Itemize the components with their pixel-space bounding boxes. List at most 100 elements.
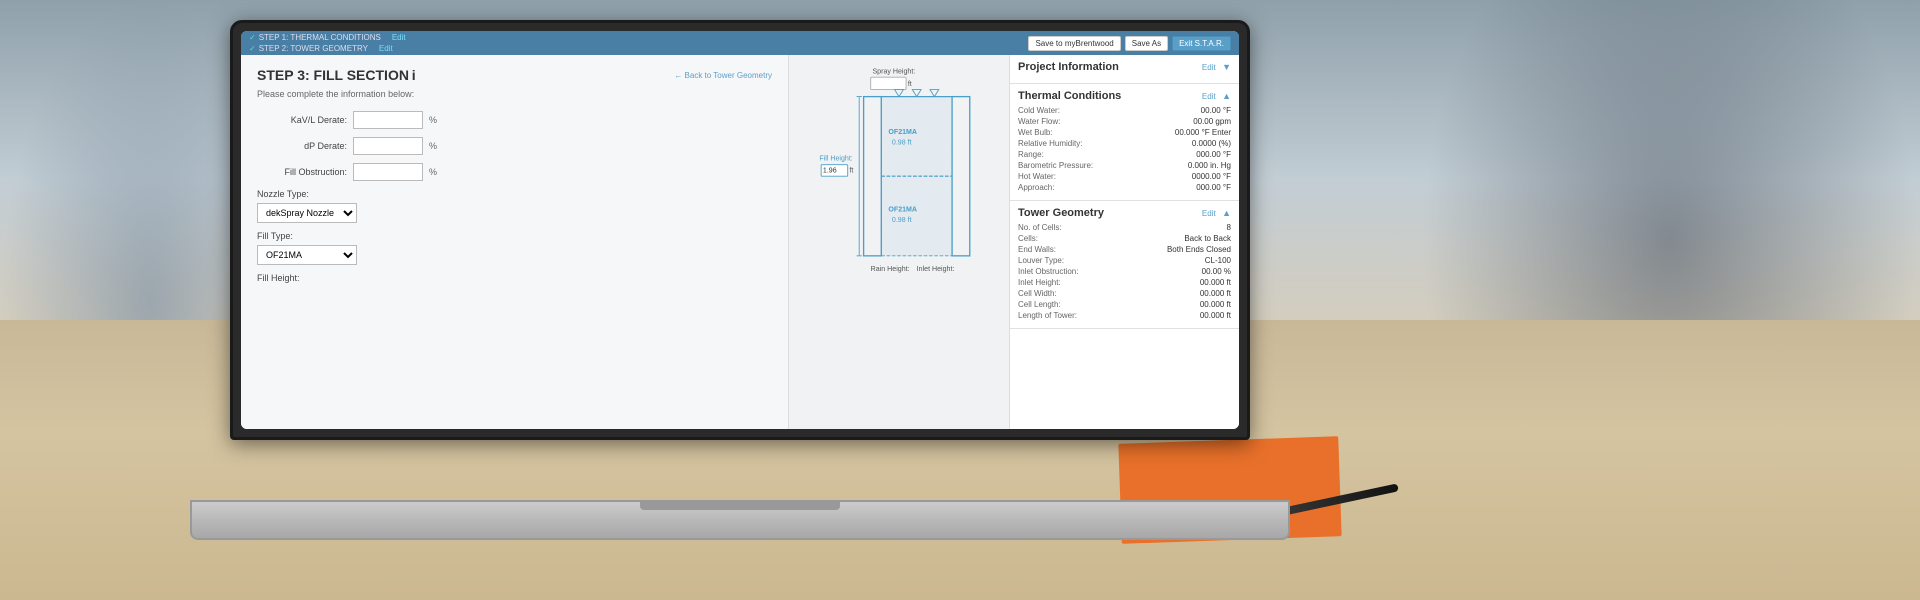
tower-val: 00.000 ft [1200, 278, 1231, 287]
thermal-info-row: Hot Water:0000.00 °F [1018, 172, 1231, 181]
laptop-screen: ✓ STEP 1: THERMAL CONDITIONS Edit ✓ STEP… [241, 31, 1239, 429]
tower-info-row: Inlet Obstruction:00.00 % [1018, 267, 1231, 276]
tower-key: Cell Length: [1018, 300, 1061, 309]
thermal-info-row: Cold Water: 00.00 °F [1018, 106, 1231, 115]
tower-key: Louver Type: [1018, 256, 1064, 265]
fill-obstruction-unit: % [429, 167, 437, 177]
thermal-conditions-section: Thermal Conditions Edit ▲ Cold Water: 00.… [1010, 84, 1239, 201]
step1-edit-link[interactable]: Edit [392, 33, 406, 42]
thermal-info-row: Range:000.00 °F [1018, 150, 1231, 159]
dp-unit: % [429, 141, 437, 151]
step2-label: STEP 2: TOWER GEOMETRY [259, 44, 368, 53]
kavl-label: KaV/L Derate: [257, 115, 347, 125]
save-as-button[interactable]: Save As [1125, 36, 1168, 51]
svg-text:0.98 ft: 0.98 ft [892, 217, 912, 224]
tower-info-row: Cell Width:00.000 ft [1018, 289, 1231, 298]
kavl-derate-row: KaV/L Derate: % [257, 111, 772, 129]
tower-info-row: No. of Cells:8 [1018, 223, 1231, 232]
thermal-val: 000.00 °F [1196, 183, 1231, 192]
svg-text:1.96: 1.96 [823, 168, 837, 175]
thermal-val: 00.00 °F [1201, 106, 1231, 115]
exit-star-button[interactable]: Exit S.T.A.R. [1172, 36, 1231, 51]
thermal-key: Wet Bulb: [1018, 128, 1053, 137]
tower-geometry-header: Tower Geometry Edit ▲ [1018, 207, 1231, 219]
laptop: ✓ STEP 1: THERMAL CONDITIONS Edit ✓ STEP… [190, 20, 1290, 540]
right-panel: Project Information Edit ▼ [1009, 55, 1239, 429]
fill-obstruction-row: Fill Obstruction: % [257, 163, 772, 181]
fill-obstruction-label: Fill Obstruction: [257, 167, 347, 177]
fill-obstruction-input[interactable] [353, 163, 423, 181]
thermal-title: Thermal Conditions [1018, 90, 1121, 102]
step1-label: STEP 1: THERMAL CONDITIONS [259, 33, 381, 42]
tower-geometry-arrow[interactable]: ▲ [1222, 208, 1231, 218]
svg-text:Fill Height:: Fill Height: [819, 155, 852, 162]
laptop-base [190, 500, 1290, 540]
step2-edit-link[interactable]: Edit [379, 44, 393, 53]
nozzle-select[interactable]: dekSpray Nozzle [257, 203, 357, 223]
svg-text:Inlet Height:: Inlet Height: [917, 266, 955, 273]
thermal-arrow[interactable]: ▲ [1222, 91, 1231, 101]
svg-text:ft: ft [908, 81, 912, 88]
tower-key: No. of Cells: [1018, 223, 1062, 232]
svg-text:OF21MA: OF21MA [888, 207, 917, 214]
project-info-controls: Edit ▼ [1202, 62, 1231, 72]
tower-val: 00.000 ft [1200, 300, 1231, 309]
project-info-section: Project Information Edit ▼ [1010, 55, 1239, 84]
thermal-val: 00.00 gpm [1193, 117, 1231, 126]
project-info-edit[interactable]: Edit [1202, 63, 1216, 72]
laptop-hinge [640, 502, 840, 510]
tower-val: CL-100 [1205, 256, 1231, 265]
step2-check-icon: ✓ [249, 44, 256, 53]
tower-geometry-edit[interactable]: Edit [1202, 209, 1216, 218]
fill-type-select[interactable]: OF21MA [257, 245, 357, 265]
tower-fields: No. of Cells:8Cells:Back to BackEnd Wall… [1018, 223, 1231, 320]
dp-input[interactable] [353, 137, 423, 155]
scene: ✓ STEP 1: THERMAL CONDITIONS Edit ✓ STEP… [0, 0, 1920, 600]
thermal-info-row: Approach: 000.00 °F [1018, 183, 1231, 192]
fill-type-select-row: OF21MA [257, 245, 772, 265]
tower-geometry-section: Tower Geometry Edit ▲ No. of Cells:8 Cell… [1010, 201, 1239, 329]
step1-nav: ✓ STEP 1: THERMAL CONDITIONS Edit [249, 33, 1024, 42]
thermal-controls: Edit ▲ [1202, 91, 1231, 101]
tower-key: Length of Tower: [1018, 311, 1077, 320]
tower-key: Cells: [1018, 234, 1038, 243]
thermal-key: Relative Humidity: [1018, 139, 1082, 148]
thermal-info-row: Wet Bulb: 00.000 °F Enter [1018, 128, 1231, 137]
screen-content: ✓ STEP 1: THERMAL CONDITIONS Edit ✓ STEP… [241, 31, 1239, 429]
thermal-val: 0.000 in. Hg [1188, 161, 1231, 170]
svg-text:0.98 ft: 0.98 ft [892, 139, 912, 146]
laptop-lid: ✓ STEP 1: THERMAL CONDITIONS Edit ✓ STEP… [230, 20, 1250, 440]
tower-val: 00.000 ft [1200, 311, 1231, 320]
thermal-val: 0.0000 (%) [1192, 139, 1231, 148]
thermal-val: 000.00 °F [1196, 150, 1231, 159]
nozzle-select-row: dekSpray Nozzle [257, 203, 772, 223]
svg-text:OF21MA: OF21MA [888, 129, 917, 136]
tower-info-row: Length of Tower: 00.000 ft [1018, 311, 1231, 320]
svg-text:ft: ft [849, 168, 853, 175]
top-nav-bar: ✓ STEP 1: THERMAL CONDITIONS Edit ✓ STEP… [241, 31, 1239, 55]
thermal-edit[interactable]: Edit [1202, 92, 1216, 101]
tower-val: 00.00 % [1202, 267, 1231, 276]
tower-key: Inlet Height: [1018, 278, 1061, 287]
step2-nav: ✓ STEP 2: TOWER GEOMETRY Edit [249, 44, 1024, 53]
thermal-fields: Cold Water:00.00 °FWater Flow:00.00 gpmW… [1018, 106, 1231, 192]
project-info-arrow[interactable]: ▼ [1222, 62, 1231, 72]
tower-val: Both Ends Closed [1167, 245, 1231, 254]
dp-derate-row: dP Derate: % [257, 137, 772, 155]
thermal-key: Approach: [1018, 183, 1054, 192]
info-icon: i [412, 67, 416, 83]
step1-check-icon: ✓ [249, 33, 256, 42]
thermal-key: Cold Water: [1018, 106, 1060, 115]
step-title-group: STEP 3: FILL SECTION i [257, 67, 416, 83]
tower-val: 00.000 ft [1200, 289, 1231, 298]
thermal-val: 0000.00 °F [1192, 172, 1231, 181]
project-info-title: Project Information [1018, 61, 1119, 73]
save-to-mybrentwood-button[interactable]: Save to myBrentwood [1028, 36, 1120, 51]
kavl-input[interactable] [353, 111, 423, 129]
thermal-val: 00.000 °F Enter [1175, 128, 1231, 137]
svg-text:Spray Height:: Spray Height: [872, 69, 915, 76]
left-panel: STEP 3: FILL SECTION i ← Back to Tower G… [241, 55, 789, 429]
back-link[interactable]: ← Back to Tower Geometry [674, 71, 772, 80]
tower-geometry-title: Tower Geometry [1018, 207, 1104, 219]
fill-type-label: Fill Type: [257, 231, 772, 241]
